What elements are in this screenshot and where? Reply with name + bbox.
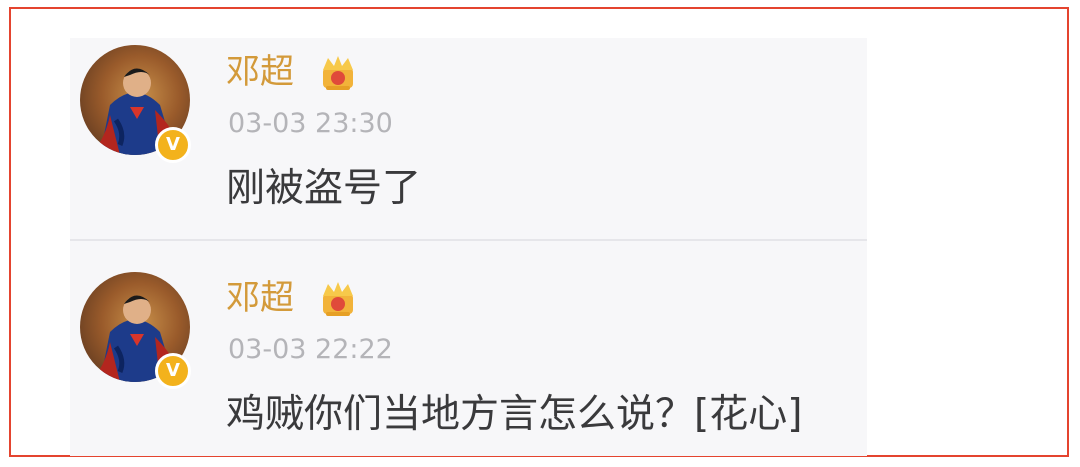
divider	[70, 239, 867, 241]
crown-vip-icon	[323, 282, 353, 316]
verified-badge-icon: V	[155, 353, 191, 389]
username[interactable]: 邓超	[226, 278, 294, 318]
timestamp: 03-03 22:22	[228, 334, 393, 365]
comment-text: 鸡贼你们当地方言怎么说？[花心]	[226, 392, 803, 437]
comment-item: V 邓超 03-03 22:22 鸡贼你们当地方言怎么说？[花心]	[0, 0, 1080, 437]
